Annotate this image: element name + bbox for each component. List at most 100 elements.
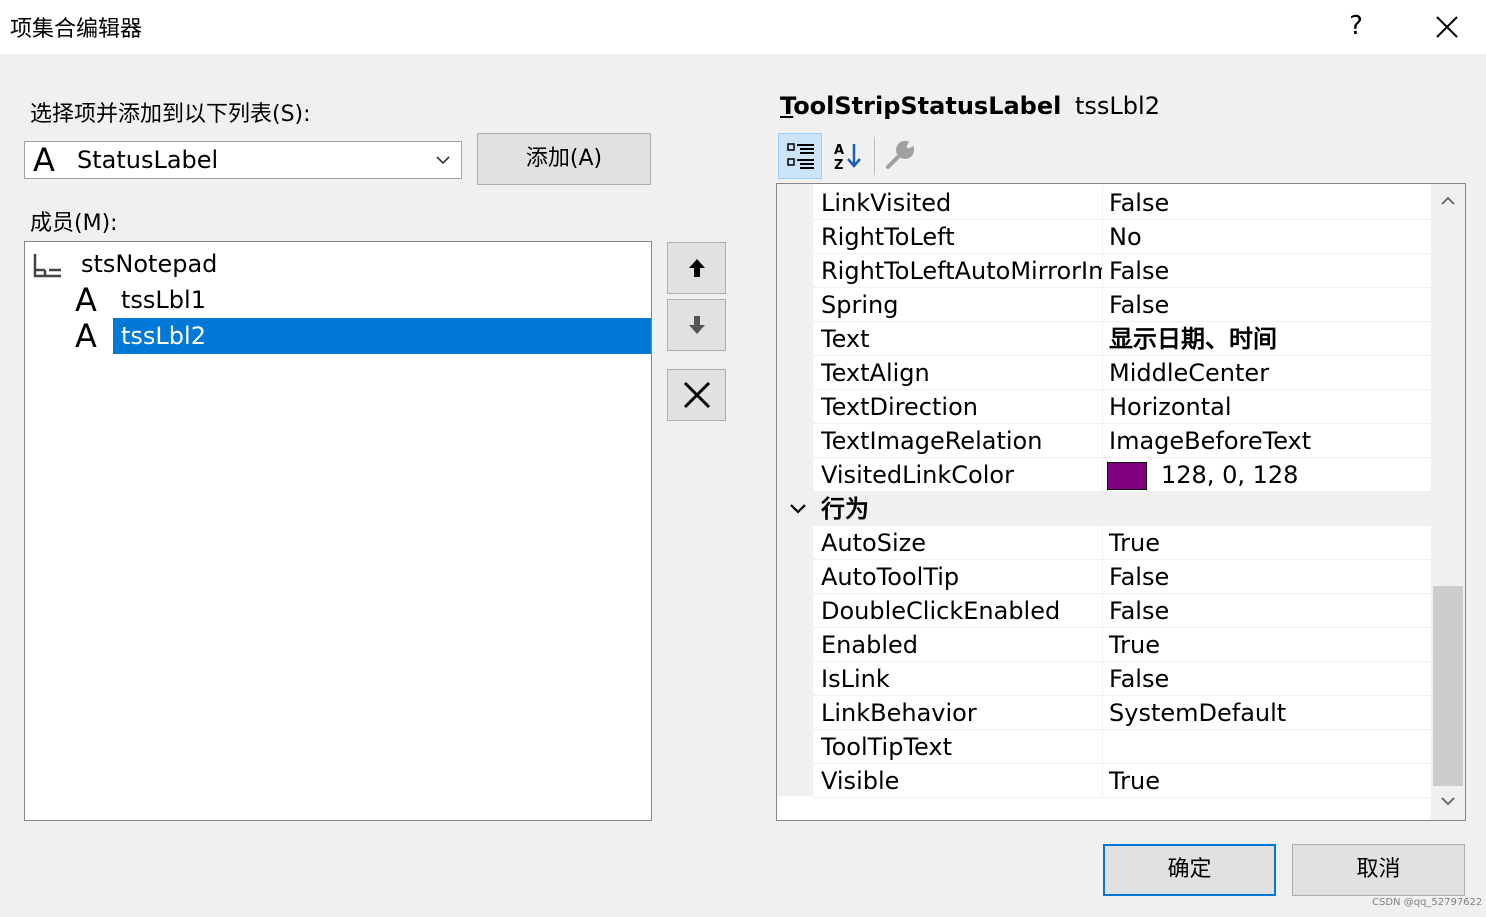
list-item[interactable]: A tssLbl2: [25, 318, 651, 354]
property-row[interactable]: RightToLeft No: [813, 220, 1431, 254]
selected-type-name: ToolStripStatusLabel: [780, 92, 1061, 120]
property-value[interactable]: True: [1109, 764, 1160, 798]
property-value[interactable]: No: [1109, 220, 1142, 254]
property-value[interactable]: False: [1109, 594, 1169, 628]
members-list[interactable]: stsNotepad A tssLbl1 A tssLbl2: [24, 241, 652, 821]
property-row[interactable]: DoubleClickEnabled False: [813, 594, 1431, 628]
property-row[interactable]: ToolTipText: [813, 730, 1431, 764]
property-name: Spring: [821, 288, 1103, 322]
scroll-up-icon[interactable]: [1441, 196, 1455, 206]
property-value[interactable]: SystemDefault: [1109, 696, 1286, 730]
property-name: VisitedLinkColor: [821, 458, 1103, 492]
cancel-button[interactable]: 取消: [1292, 844, 1465, 896]
property-name: LinkVisited: [821, 186, 1103, 220]
move-up-button[interactable]: [667, 242, 726, 294]
property-name: Text: [821, 322, 1103, 356]
property-name: TextImageRelation: [821, 424, 1103, 458]
members-label: 成员(M):: [30, 211, 118, 236]
type-name-mnemonic: T: [780, 92, 794, 120]
property-row[interactable]: VisitedLinkColor 128, 0, 128: [813, 458, 1431, 492]
property-row[interactable]: TextAlign MiddleCenter: [813, 356, 1431, 390]
property-row[interactable]: TextDirection Horizontal: [813, 390, 1431, 424]
toolbar-separator: [874, 137, 875, 175]
label-icon: A: [75, 281, 97, 319]
ok-button[interactable]: 确定: [1103, 844, 1276, 896]
property-name: AutoToolTip: [821, 560, 1103, 594]
watermark: CSDN @qq_52797622: [1372, 897, 1483, 908]
arrow-down-icon: [688, 316, 705, 334]
list-item[interactable]: A tssLbl1: [25, 282, 651, 318]
property-name: RightToLeftAutoMirrorIm: [821, 254, 1103, 288]
svg-text:A: A: [834, 143, 844, 158]
combobox-value: StatusLabel: [77, 146, 219, 174]
color-swatch: [1107, 462, 1147, 490]
member-label: tssLbl1: [121, 286, 206, 314]
property-value[interactable]: 显示日期、时间: [1109, 322, 1277, 356]
property-row[interactable]: Spring False: [813, 288, 1431, 322]
property-name: ToolTipText: [821, 730, 1103, 764]
property-row[interactable]: TextImageRelation ImageBeforeText: [813, 424, 1431, 458]
property-row[interactable]: Enabled True: [813, 628, 1431, 662]
close-button[interactable]: [1420, 0, 1474, 54]
property-value[interactable]: False: [1109, 186, 1169, 220]
remove-button[interactable]: [667, 369, 726, 421]
wrench-icon: [886, 140, 915, 169]
property-value[interactable]: False: [1109, 662, 1169, 696]
property-row[interactable]: Visible True: [813, 764, 1431, 798]
delete-icon: [683, 381, 710, 409]
member-label: tssLbl2: [113, 318, 651, 354]
help-button[interactable]: ?: [1330, 0, 1382, 54]
property-name: TextAlign: [821, 356, 1103, 390]
chevron-down-icon: [436, 156, 450, 165]
member-label: stsNotepad: [81, 250, 218, 278]
property-value[interactable]: True: [1109, 526, 1160, 560]
property-grid[interactable]: LinkVisited False RightToLeft No RightTo…: [776, 183, 1466, 821]
scroll-down-icon[interactable]: [1441, 796, 1455, 806]
property-row[interactable]: AutoToolTip False: [813, 560, 1431, 594]
property-row[interactable]: AutoSize True: [813, 526, 1431, 560]
label-icon: A: [33, 141, 55, 179]
property-value[interactable]: MiddleCenter: [1109, 356, 1269, 390]
item-type-combobox[interactable]: A StatusLabel: [24, 141, 462, 179]
property-value[interactable]: Horizontal: [1109, 390, 1232, 424]
property-row[interactable]: IsLink False: [813, 662, 1431, 696]
property-value[interactable]: True: [1109, 628, 1160, 662]
sort-alphabetical-icon: A Z: [834, 143, 861, 171]
property-value[interactable]: False: [1109, 254, 1169, 288]
category-name: 行为: [821, 495, 869, 523]
property-value[interactable]: False: [1109, 560, 1169, 594]
property-name: Enabled: [821, 628, 1103, 662]
statusstrip-icon: [33, 254, 61, 278]
selected-object-name: tssLbl2: [1075, 92, 1160, 120]
property-row[interactable]: RightToLeftAutoMirrorIm False: [813, 254, 1431, 288]
chevron-down-icon[interactable]: [789, 500, 807, 518]
move-down-button[interactable]: [667, 299, 726, 351]
property-value[interactable]: ImageBeforeText: [1109, 424, 1311, 458]
alphabetical-button[interactable]: A Z: [826, 133, 870, 179]
property-name: Visible: [821, 764, 1103, 798]
property-row[interactable]: LinkVisited False: [813, 186, 1431, 220]
type-name-rest: oolStripStatusLabel: [793, 92, 1062, 120]
property-value[interactable]: 128, 0, 128: [1161, 458, 1298, 492]
categorized-button[interactable]: [778, 133, 822, 179]
property-row[interactable]: Text 显示日期、时间: [813, 322, 1431, 356]
property-grid-gutter: [777, 184, 813, 796]
property-name: IsLink: [821, 662, 1103, 696]
arrow-up-icon: [688, 259, 705, 277]
select-item-label: 选择项并添加到以下列表(S):: [30, 102, 311, 127]
add-button[interactable]: 添加(A): [477, 133, 651, 185]
property-name: LinkBehavior: [821, 696, 1103, 730]
category-behavior[interactable]: 行为: [777, 492, 1431, 526]
vertical-scrollbar[interactable]: [1431, 184, 1465, 820]
property-value[interactable]: False: [1109, 288, 1169, 322]
svg-text:Z: Z: [834, 158, 843, 171]
close-icon: [1436, 16, 1458, 38]
scrollbar-thumb[interactable]: [1433, 586, 1463, 786]
property-name: DoubleClickEnabled: [821, 594, 1103, 628]
list-item[interactable]: stsNotepad: [25, 246, 651, 282]
property-name: RightToLeft: [821, 220, 1103, 254]
property-row[interactable]: LinkBehavior SystemDefault: [813, 696, 1431, 730]
window-title: 项集合编辑器: [10, 17, 143, 42]
property-pages-button[interactable]: [878, 133, 922, 179]
label-icon: A: [75, 317, 97, 355]
